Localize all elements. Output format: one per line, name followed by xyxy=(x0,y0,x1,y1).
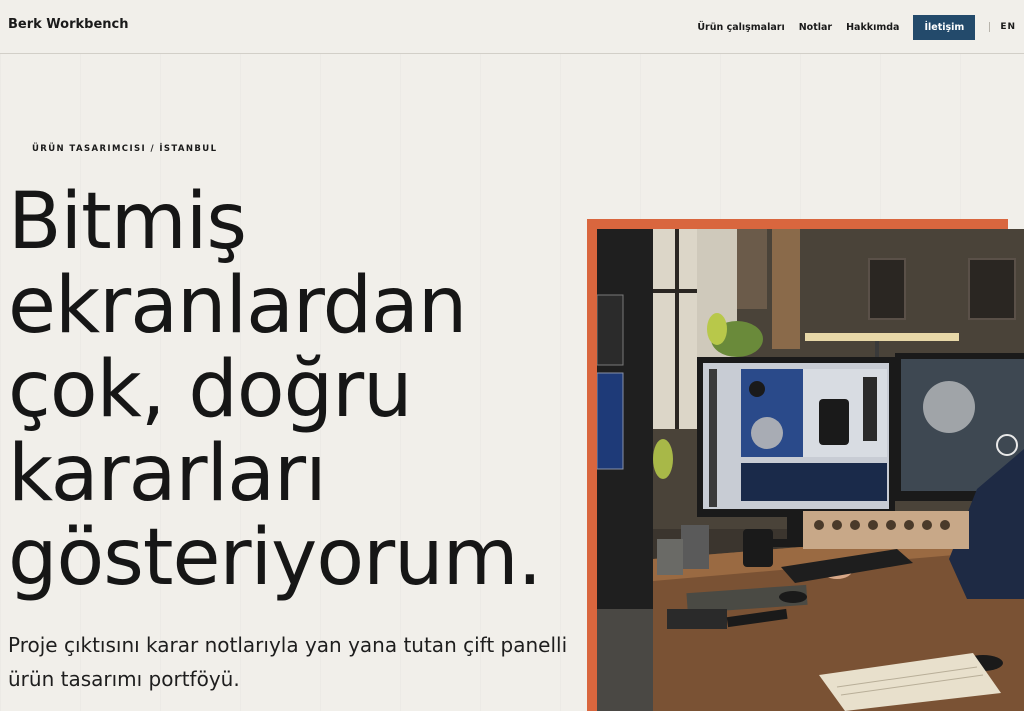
language-switch[interactable]: EN xyxy=(1000,22,1016,32)
nav-divider xyxy=(989,22,991,32)
nav-link-notes[interactable]: Notlar xyxy=(799,22,832,33)
hero-kicker: ÜRÜN TASARIMCISI / İSTANBUL xyxy=(32,144,218,154)
contact-button[interactable]: İletişim xyxy=(913,14,976,40)
hero-workspace-photo xyxy=(597,229,1024,711)
nav-link-work[interactable]: Ürün çalışmaları xyxy=(697,22,784,33)
main-nav: Ürün çalışmaları Notlar Hakkımda İletişi… xyxy=(697,0,1024,54)
hero-lede: Proje çıktısını karar notlarıyla yan yan… xyxy=(8,633,568,691)
hero-headline: Bitmiş ekranlardan çok, doğru kararları … xyxy=(8,177,542,603)
site-header: Berk Workbench Ürün çalışmaları Notlar H… xyxy=(0,0,1024,54)
nav-link-about[interactable]: Hakkımda xyxy=(846,22,899,33)
brand-logo[interactable]: Berk Workbench xyxy=(8,17,129,32)
